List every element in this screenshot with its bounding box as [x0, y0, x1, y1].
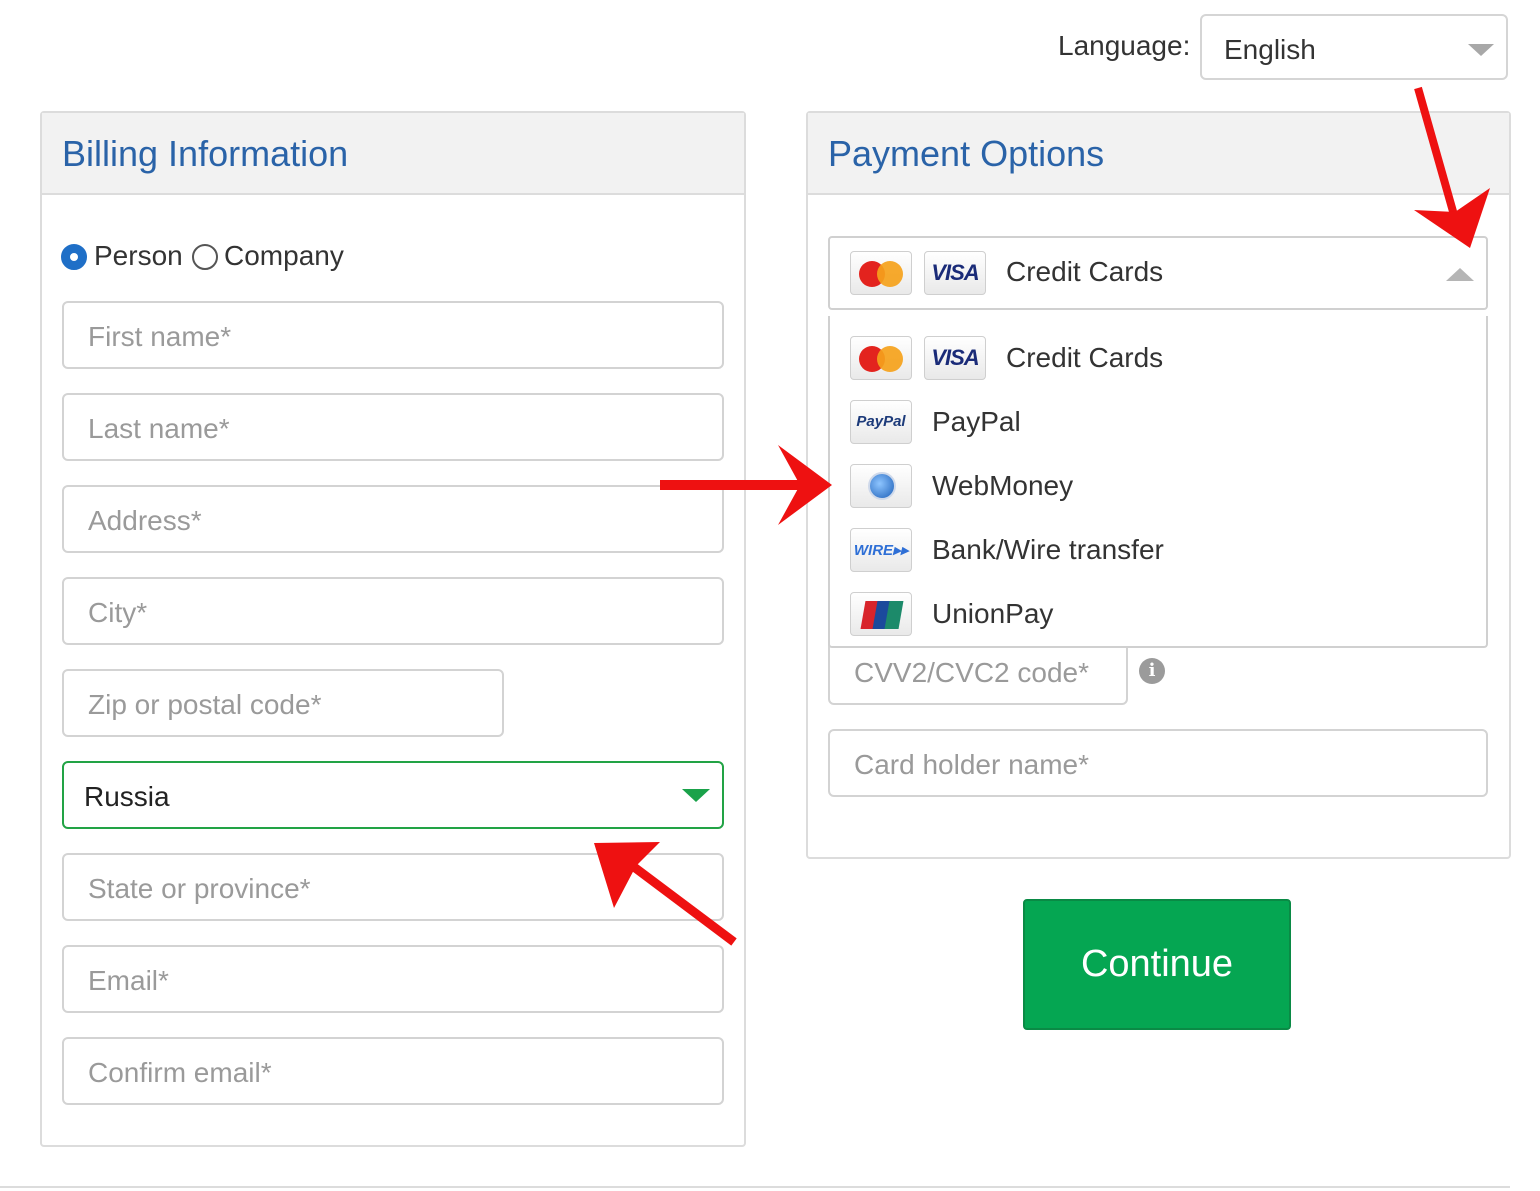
payment-option-label: UnionPay [932, 598, 1054, 629]
radio-company-label[interactable]: Company [224, 240, 344, 272]
card-holder-placeholder: Card holder name* [854, 749, 1090, 780]
payment-option-label: Credit Cards [1006, 342, 1164, 373]
language-select[interactable]: English [1200, 14, 1508, 80]
radio-person[interactable] [61, 244, 87, 270]
country-selected-value: Russia [84, 781, 170, 812]
unionpay-icon [850, 592, 912, 636]
billing-title: Billing Information [62, 133, 349, 174]
payment-option-label: PayPal [932, 406, 1021, 437]
payment-option-paypal[interactable]: PayPal PayPal [830, 392, 1486, 452]
payment-title: Payment Options [828, 133, 1105, 174]
city-field[interactable]: City* [62, 577, 724, 645]
chevron-up-icon [1446, 268, 1474, 281]
card-holder-field[interactable]: Card holder name* [828, 729, 1488, 797]
language-selected-value: English [1224, 34, 1316, 65]
wire-icon: WIRE▸▸ [850, 528, 912, 572]
state-placeholder: State or province* [88, 873, 311, 904]
chevron-down-icon [682, 789, 710, 802]
payment-option-wire[interactable]: WIRE▸▸ Bank/Wire transfer [830, 520, 1486, 580]
cvv-placeholder: CVV2/CVC2 code* [854, 657, 1090, 688]
mastercard-icon [850, 336, 912, 380]
zip-field[interactable]: Zip or postal code* [62, 669, 504, 737]
payment-option-label: Bank/Wire transfer [932, 534, 1164, 565]
footer-divider [0, 1186, 1510, 1188]
payment-option-label: WebMoney [932, 470, 1074, 501]
payment-option-credit-cards[interactable]: VISA Credit Cards [830, 328, 1486, 388]
chevron-down-icon [1468, 44, 1494, 56]
webmoney-icon [850, 464, 912, 508]
payment-option-webmoney[interactable]: WebMoney [830, 456, 1486, 516]
address-field[interactable]: Address* [62, 485, 724, 553]
mastercard-icon [850, 251, 912, 295]
email-placeholder: Email* [88, 965, 169, 996]
payment-method-list: VISA Credit Cards PayPal PayPal WebMoney… [828, 316, 1488, 648]
first-name-field[interactable]: First name* [62, 301, 724, 369]
language-label: Language: [1058, 30, 1191, 61]
address-placeholder: Address* [88, 505, 202, 536]
email-field[interactable]: Email* [62, 945, 724, 1013]
visa-icon: VISA [924, 336, 986, 380]
payment-option-unionpay[interactable]: UnionPay [830, 584, 1486, 644]
city-placeholder: City* [88, 597, 148, 628]
confirm-email-placeholder: Confirm email* [88, 1057, 272, 1088]
payment-selected-label: Credit Cards [1006, 256, 1164, 287]
continue-button[interactable]: Continue [1023, 899, 1291, 1030]
radio-company[interactable] [192, 244, 218, 270]
country-select[interactable]: Russia [62, 761, 724, 829]
paypal-icon: PayPal [850, 400, 912, 444]
info-icon[interactable]: i [1139, 658, 1165, 684]
radio-person-label[interactable]: Person [94, 240, 183, 272]
payment-panel-header: Payment Options [808, 113, 1509, 195]
confirm-email-field[interactable]: Confirm email* [62, 1037, 724, 1105]
last-name-field[interactable]: Last name* [62, 393, 724, 461]
state-field[interactable]: State or province* [62, 853, 724, 921]
last-name-placeholder: Last name* [88, 413, 230, 444]
payment-method-select[interactable]: VISA Credit Cards [828, 236, 1488, 310]
visa-icon: VISA [924, 251, 986, 295]
billing-panel-header: Billing Information [42, 113, 744, 195]
first-name-placeholder: First name* [88, 321, 232, 352]
zip-placeholder: Zip or postal code* [88, 689, 322, 720]
